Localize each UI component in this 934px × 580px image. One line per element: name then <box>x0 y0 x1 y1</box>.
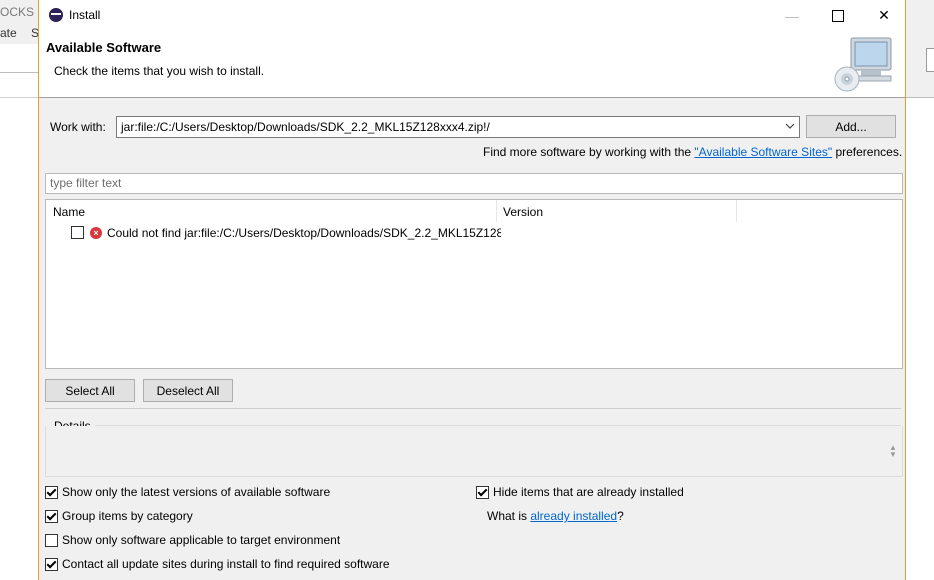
background-divider <box>906 97 934 98</box>
filter-input[interactable] <box>46 174 894 191</box>
tree-row[interactable]: × Could not find jar:file:/C:/Users/Deskt… <box>71 225 501 243</box>
show-applicable-checkbox[interactable] <box>45 533 58 547</box>
show-latest-label: Show only the latest versions of availab… <box>62 485 331 499</box>
background-app-left: OCKS ate S <box>0 0 39 580</box>
hide-installed-label: Hide items that are already installed <box>493 485 684 499</box>
page-description: Check the items that you wish to install… <box>54 64 265 78</box>
show-applicable-label: Show only software applicable to target … <box>62 533 341 547</box>
background-divider <box>0 97 38 98</box>
background-title-text: OCKS <box>0 5 35 19</box>
column-header-name[interactable]: Name <box>53 205 85 219</box>
work-with-label: Work with: <box>50 120 106 134</box>
section-divider <box>45 408 901 409</box>
find-more-text: Find more software by working with the "… <box>483 145 902 159</box>
eclipse-icon <box>49 8 63 22</box>
group-by-category-option[interactable]: Group items by category <box>45 509 193 523</box>
chevron-down-icon[interactable] <box>784 120 796 132</box>
contact-all-sites-checkbox[interactable] <box>45 557 58 571</box>
group-by-category-label: Group items by category <box>62 509 193 523</box>
background-app-right <box>906 0 934 580</box>
group-by-category-checkbox[interactable] <box>45 509 58 523</box>
what-is-suffix: ? <box>617 509 624 523</box>
filter-field[interactable] <box>45 173 903 194</box>
select-all-button[interactable]: Select All <box>45 379 135 402</box>
close-icon: ✕ <box>878 7 890 23</box>
find-more-suffix: preferences. <box>832 145 903 159</box>
tree-row-checkbox[interactable] <box>71 226 84 240</box>
column-divider[interactable] <box>496 200 497 222</box>
contact-all-sites-option[interactable]: Contact all update sites during install … <box>45 557 390 571</box>
software-tree[interactable]: Name Version × Could not find jar:file:/C… <box>45 199 903 369</box>
background-input-edge <box>926 48 934 72</box>
background-divider <box>0 72 38 73</box>
maximize-icon <box>832 9 844 22</box>
contact-all-sites-label: Contact all update sites during install … <box>62 557 390 571</box>
show-applicable-option[interactable]: Show only software applicable to target … <box>45 533 340 547</box>
header-divider <box>39 97 905 98</box>
page-title: Available Software <box>46 40 162 55</box>
show-latest-option[interactable]: Show only the latest versions of availab… <box>45 485 330 499</box>
add-site-button[interactable]: Add... <box>806 115 896 138</box>
what-is-installed-text: What is already installed? <box>487 509 624 523</box>
install-banner-icon <box>834 37 892 92</box>
window-title: Install <box>69 8 101 22</box>
column-header-version[interactable]: Version <box>503 205 543 219</box>
available-software-sites-link[interactable]: "Available Software Sites" <box>694 145 832 159</box>
scroll-arrows-icon[interactable]: ▲ ▼ <box>889 444 897 459</box>
title-bar[interactable]: Install — ✕ <box>39 0 905 31</box>
work-with-value: jar:file:/C:/Users/Desktop/Downloads/SDK… <box>121 120 490 134</box>
minimize-button[interactable]: — <box>769 0 815 31</box>
hide-installed-option[interactable]: Hide items that are already installed <box>476 485 684 499</box>
close-button[interactable]: ✕ <box>861 0 907 31</box>
show-latest-checkbox[interactable] <box>45 485 58 499</box>
already-installed-link[interactable]: already installed <box>530 509 617 523</box>
work-with-combo[interactable]: jar:file:/C:/Users/Desktop/Downloads/SDK… <box>116 116 800 138</box>
details-area: ▲ ▼ <box>45 426 903 477</box>
deselect-all-button[interactable]: Deselect All <box>143 379 233 402</box>
error-icon: × <box>90 226 102 239</box>
maximize-button[interactable] <box>815 0 861 31</box>
column-divider[interactable] <box>736 200 737 222</box>
background-menu-item[interactable]: ate <box>0 26 17 40</box>
install-dialog: Install — ✕ Available Software Check the… <box>38 0 906 580</box>
hide-installed-checkbox[interactable] <box>476 485 489 499</box>
wizard-header: Available Software Check the items that … <box>39 31 905 97</box>
tree-row-name: Could not find jar:file:/C:/Users/Deskto… <box>107 225 501 240</box>
find-more-prefix: Find more software by working with the <box>483 145 695 159</box>
what-is-prefix: What is <box>487 509 531 523</box>
minimize-icon: — <box>785 7 799 24</box>
